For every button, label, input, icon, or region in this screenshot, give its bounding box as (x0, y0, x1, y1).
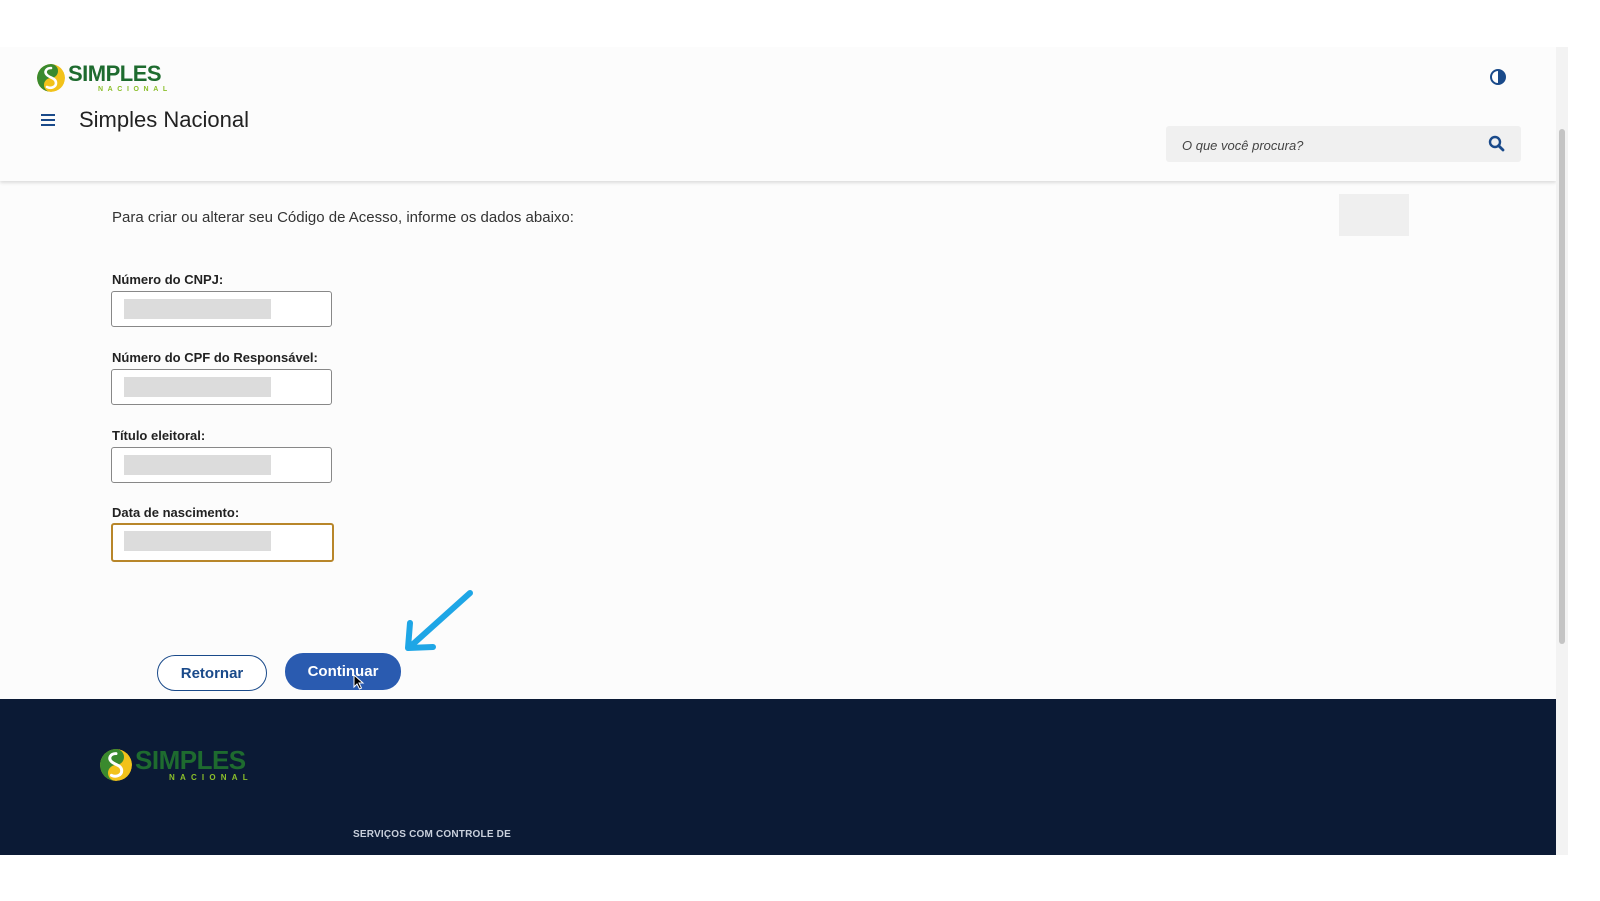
site-title[interactable]: Simples Nacional (79, 107, 249, 133)
page: SIMPLES NACIONAL Simples Nacional O que … (0, 47, 1556, 855)
cpf-field[interactable] (111, 369, 332, 405)
logo-word-nacional: NACIONAL (98, 86, 172, 93)
cpf-label: Número do CPF do Responsável: (112, 350, 318, 365)
back-button[interactable]: Retornar (157, 655, 267, 691)
logo-mark-icon (100, 748, 132, 781)
cnpj-label: Número do CNPJ: (112, 272, 224, 287)
footer-logo[interactable]: SIMPLES NACIONAL (100, 747, 253, 782)
form-intro-text: Para criar ou alterar seu Código de Aces… (112, 209, 574, 226)
logo-word-nacional: NACIONAL (169, 773, 253, 782)
scrollbar-thumb[interactable] (1559, 129, 1565, 644)
redacted-value (124, 377, 271, 397)
voter-title-field[interactable] (111, 447, 332, 483)
mouse-pointer-icon (353, 673, 365, 690)
redacted-value (124, 531, 271, 551)
logo-word-simples: SIMPLES (68, 61, 162, 86)
cnpj-field[interactable] (111, 291, 332, 327)
birth-date-field[interactable] (111, 523, 334, 562)
redacted-value (124, 299, 271, 319)
site-footer: SIMPLES NACIONAL SERVIÇOS COM CONTROLE D… (0, 699, 1556, 855)
birth-date-label: Data de nascimento: (112, 505, 240, 520)
annotation-arrow-icon (400, 587, 480, 653)
hamburger-menu-icon[interactable] (41, 113, 55, 127)
main-content: Para criar ou alterar seu Código de Aces… (0, 181, 1556, 699)
footer-section-heading[interactable]: SERVIÇOS COM CONTROLE DE (353, 829, 511, 840)
continue-button[interactable]: Continuar (285, 653, 401, 690)
search-icon[interactable] (1488, 135, 1505, 152)
logo-word-simples: SIMPLES (135, 745, 246, 775)
redacted-value (124, 455, 271, 475)
simples-nacional-logo[interactable]: SIMPLES NACIONAL (37, 63, 172, 93)
search-input[interactable] (1180, 126, 1484, 164)
search-box (1166, 126, 1521, 164)
vertical-scrollbar[interactable] (1556, 47, 1568, 855)
placeholder-block (1339, 194, 1409, 236)
contrast-icon[interactable] (1490, 69, 1506, 85)
site-header: SIMPLES NACIONAL Simples Nacional (0, 47, 1556, 181)
logo-mark-icon (37, 64, 65, 92)
voter-title-label: Título eleitoral: (112, 428, 206, 443)
